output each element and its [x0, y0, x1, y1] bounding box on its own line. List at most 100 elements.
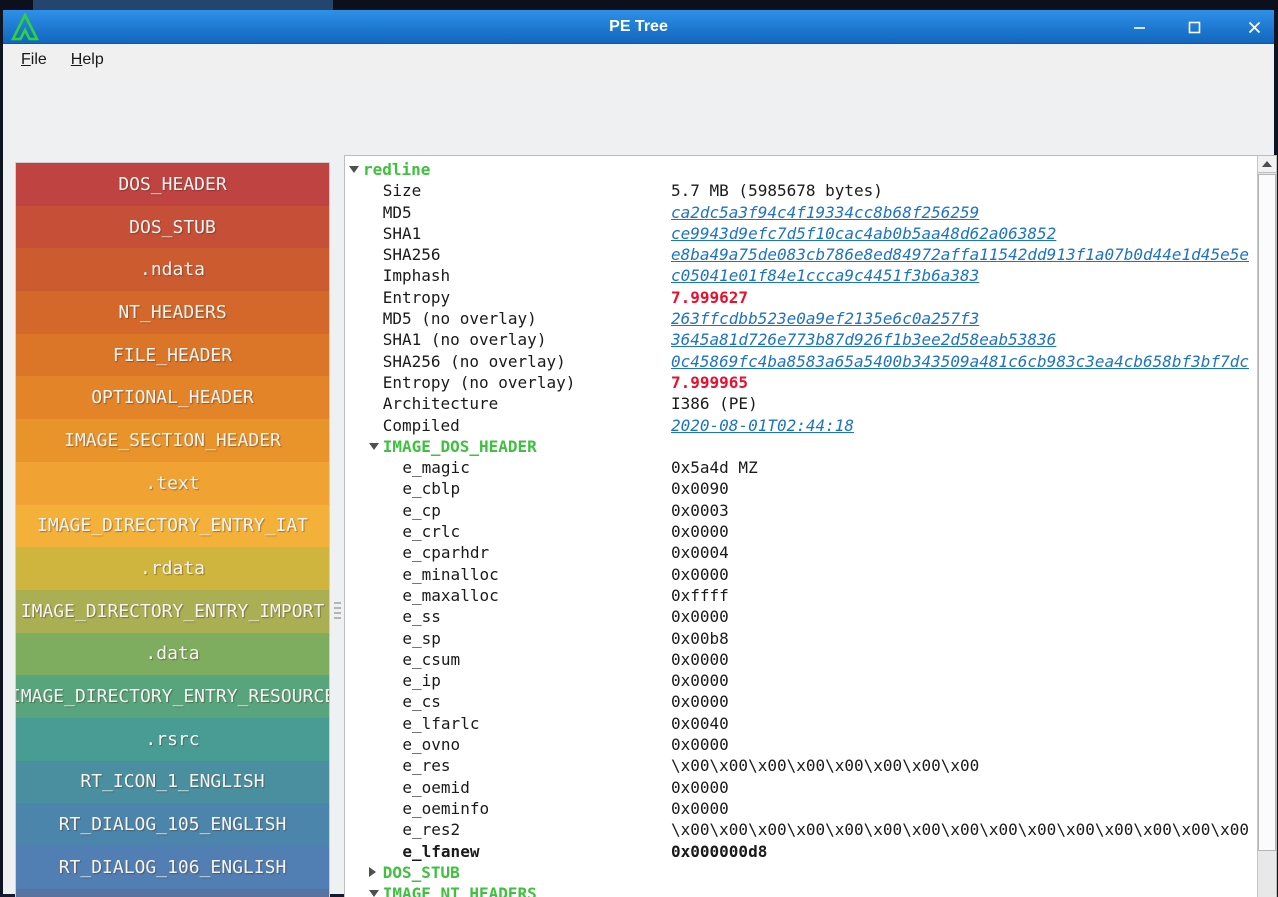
tree-row-value: 0x0000 [671, 691, 729, 712]
tree-row-e-cs[interactable]: e_cs0x0000 [346, 691, 1257, 712]
tree-row-image-dos-header[interactable]: IMAGE_DOS_HEADER [346, 436, 1257, 457]
menu-item-help[interactable]: Help [63, 48, 112, 72]
main-content: DOS_HEADERDOS_STUB.ndataNT_HEADERSFILE_H… [3, 75, 1274, 894]
expanded-arrow-icon[interactable] [349, 166, 359, 173]
tree-row-e-cp[interactable]: e_cp0x0003 [346, 500, 1257, 521]
sidebar-item-image_directory_entry_iat[interactable]: IMAGE_DIRECTORY_ENTRY_IAT [16, 505, 329, 548]
tree-row-sha256[interactable]: SHA256e8ba49a75de083cb786e8ed84972affa11… [346, 244, 1257, 265]
splitter-handle[interactable] [331, 150, 344, 897]
expanded-arrow-icon[interactable] [369, 890, 379, 897]
tree-row-e-res2[interactable]: e_res2\x00\x00\x00\x00\x00\x00\x00\x00\x… [346, 819, 1257, 840]
scrollbar-thumb[interactable] [1258, 174, 1276, 851]
sidebar-item-.data[interactable]: .data [16, 633, 329, 676]
sidebar-item-label: IMAGE_DIRECTORY_ENTRY_IMPORT [21, 601, 324, 622]
sidebar-item-dos_header[interactable]: DOS_HEADER [16, 163, 329, 206]
tree-row-value[interactable]: 3645a81d726e773b87d926f1b3ee2d58eab53836 [671, 329, 1056, 350]
sidebar-item-.text[interactable]: .text [16, 462, 329, 505]
tree-row-value: 0x0000 [671, 521, 729, 542]
sidebar-item-image_section_header[interactable]: IMAGE_SECTION_HEADER [16, 419, 329, 462]
maximize-icon [1187, 20, 1202, 35]
tree-row-e-ss[interactable]: e_ss0x0000 [346, 606, 1257, 627]
sidebar-item-.ndata[interactable]: .ndata [16, 248, 329, 291]
sidebar-item-label: .text [145, 473, 199, 494]
tree-row-e-oeminfo[interactable]: e_oeminfo0x0000 [346, 798, 1257, 819]
tree-row-label: e_oemid [402, 777, 469, 798]
tree-row-sha1[interactable]: SHA1ce9943d9efc7d5f10cac4ab0b5aa48d62a06… [346, 223, 1257, 244]
tree-row-e-maxalloc[interactable]: e_maxalloc0xffff [346, 585, 1257, 606]
tree-row-e-res[interactable]: e_res\x00\x00\x00\x00\x00\x00\x00\x00 [346, 755, 1257, 776]
tree-row-e-ovno[interactable]: e_ovno0x0000 [346, 734, 1257, 755]
sidebar-item-label: .rdata [140, 558, 205, 579]
tree-row-e-lfarlc[interactable]: e_lfarlc0x0040 [346, 713, 1257, 734]
tree-row-e-lfanew[interactable]: e_lfanew0x000000d8 [346, 841, 1257, 862]
minimize-button[interactable] [1131, 19, 1148, 36]
sidebar-item-nt_headers[interactable]: NT_HEADERS [16, 291, 329, 334]
tree-row-sha1-no-overlay-[interactable]: SHA1 (no overlay)3645a81d726e773b87d926f… [346, 329, 1257, 350]
tree-row-value[interactable]: ce9943d9efc7d5f10cac4ab0b5aa48d62a063852 [671, 223, 1056, 244]
sidebar-item-.rsrc[interactable]: .rsrc [16, 718, 329, 761]
tree-row-redline[interactable]: redline [346, 159, 1257, 180]
tree-row-e-csum[interactable]: e_csum0x0000 [346, 649, 1257, 670]
tree-row-e-cparhdr[interactable]: e_cparhdr0x0004 [346, 542, 1257, 563]
tree-row-value: 0x0040 [671, 713, 729, 734]
sidebar-item-label: .rsrc [145, 729, 199, 750]
desktop-top-strip-segment [33, 0, 333, 10]
close-button[interactable] [1246, 19, 1263, 36]
sidebar-item-image_directory_entry_import[interactable]: IMAGE_DIRECTORY_ENTRY_IMPORT [16, 590, 329, 633]
sidebar-item-optional_header[interactable]: OPTIONAL_HEADER [16, 376, 329, 419]
tree-row-value: \x00\x00\x00\x00\x00\x00\x00\x00 [671, 755, 979, 776]
tree-row-e-sp[interactable]: e_sp0x00b8 [346, 628, 1257, 649]
tree-row-label: e_ovno [402, 734, 460, 755]
tree-row-e-crlc[interactable]: e_crlc0x0000 [346, 521, 1257, 542]
sidebar-item-rt_dialog_105_english[interactable]: RT_DIALOG_105_ENGLISH [16, 803, 329, 846]
tree-row-image-nt-headers[interactable]: IMAGE_NT_HEADERS [346, 883, 1257, 897]
tree-row-value[interactable]: 263ffcdbb523e0a9ef2135e6c0a257f3 [671, 308, 979, 329]
tree-row-size[interactable]: Size5.7 MB (5985678 bytes) [346, 180, 1257, 201]
sidebar-item-label: RT_DIALOG_106_ENGLISH [59, 857, 287, 878]
title-bar[interactable]: PE Tree [3, 10, 1274, 44]
sidebar-item-rt_icon_1_english[interactable]: RT_ICON_1_ENGLISH [16, 761, 329, 804]
expanded-arrow-icon[interactable] [369, 443, 379, 450]
sidebar-item-.rdata[interactable]: .rdata [16, 547, 329, 590]
collapsed-arrow-icon[interactable] [369, 867, 376, 877]
tree-row-md5[interactable]: MD5ca2dc5a3f94c4f19334cc8b68f256259 [346, 202, 1257, 223]
tree-row-e-magic[interactable]: e_magic0x5a4d MZ [346, 457, 1257, 478]
pe-map-sidebar[interactable]: DOS_HEADERDOS_STUB.ndataNT_HEADERS FILE_H… [15, 162, 330, 897]
menu-item-file[interactable]: File [13, 48, 55, 72]
close-icon [1247, 20, 1262, 35]
tree-row-label: e_lfanew [402, 841, 479, 862]
tree-row-value[interactable]: c05041e01f84e1ccca9c4451f3b6a383 [671, 265, 979, 286]
tree-row-value: \x00\x00\x00\x00\x00\x00\x00\x00\x00\x00… [671, 819, 1249, 840]
tree-row-value[interactable]: 0c45869fc4ba8583a65a5400b343509a481c6cb9… [671, 351, 1249, 372]
tree-row-label: e_sp [402, 628, 441, 649]
scrollbar-up-button[interactable] [1258, 156, 1276, 173]
sidebar-item-rt_dialog_111_english[interactable]: RT_DIALOG_111_ENGLISH [16, 889, 329, 897]
tree-row-compiled[interactable]: Compiled2020-08-01T02:44:18 [346, 415, 1257, 436]
tree-row-md5-no-overlay-[interactable]: MD5 (no overlay)263ffcdbb523e0a9ef2135e6… [346, 308, 1257, 329]
tree-row-value[interactable]: 2020-08-01T02:44:18 [671, 415, 854, 436]
sidebar-item-image_directory_entry_resource[interactable]: IMAGE_DIRECTORY_ENTRY_RESOURCE [16, 675, 329, 718]
tree-row-sha256-no-overlay-[interactable]: SHA256 (no overlay)0c45869fc4ba8583a65a5… [346, 351, 1257, 372]
tree-row-label: e_csum [402, 649, 460, 670]
tree-row-e-minalloc[interactable]: e_minalloc0x0000 [346, 564, 1257, 585]
vertical-scrollbar[interactable] [1257, 156, 1276, 897]
tree-row-e-ip[interactable]: e_ip0x0000 [346, 670, 1257, 691]
tree-row-entropy[interactable]: Entropy7.999627 [346, 287, 1257, 308]
tree-row-label: e_cblp [402, 478, 460, 499]
sidebar-item-dos_stub[interactable]: DOS_STUB [16, 206, 329, 249]
tree-row-value[interactable]: ca2dc5a3f94c4f19334cc8b68f256259 [671, 202, 979, 223]
tree-row-label: Imphash [383, 265, 450, 286]
tree-row-architecture[interactable]: ArchitectureI386 (PE) [346, 393, 1257, 414]
sidebar-item-label: FILE_HEADER [113, 345, 232, 366]
minimize-icon [1132, 20, 1147, 35]
tree-row-dos-stub[interactable]: DOS_STUB [346, 862, 1257, 883]
tree-row-entropy-no-overlay-[interactable]: Entropy (no overlay)7.999965 [346, 372, 1257, 393]
maximize-button[interactable] [1186, 19, 1203, 36]
tree-row-imphash[interactable]: Imphash c05041e01f84e1ccca9c4451f3b6a383 [346, 265, 1257, 286]
tree-row-value[interactable]: e8ba49a75de083cb786e8ed84972affa11542dd9… [671, 244, 1249, 265]
sidebar-item-file_header[interactable]: FILE_HEADER [16, 334, 329, 377]
sidebar-item-rt_dialog_106_english[interactable]: RT_DIALOG_106_ENGLISH [16, 846, 329, 889]
tree-row-e-cblp[interactable]: e_cblp0x0090 [346, 478, 1257, 499]
tree-row-e-oemid[interactable]: e_oemid0x0000 [346, 777, 1257, 798]
tree-row-label: Entropy [383, 287, 450, 308]
